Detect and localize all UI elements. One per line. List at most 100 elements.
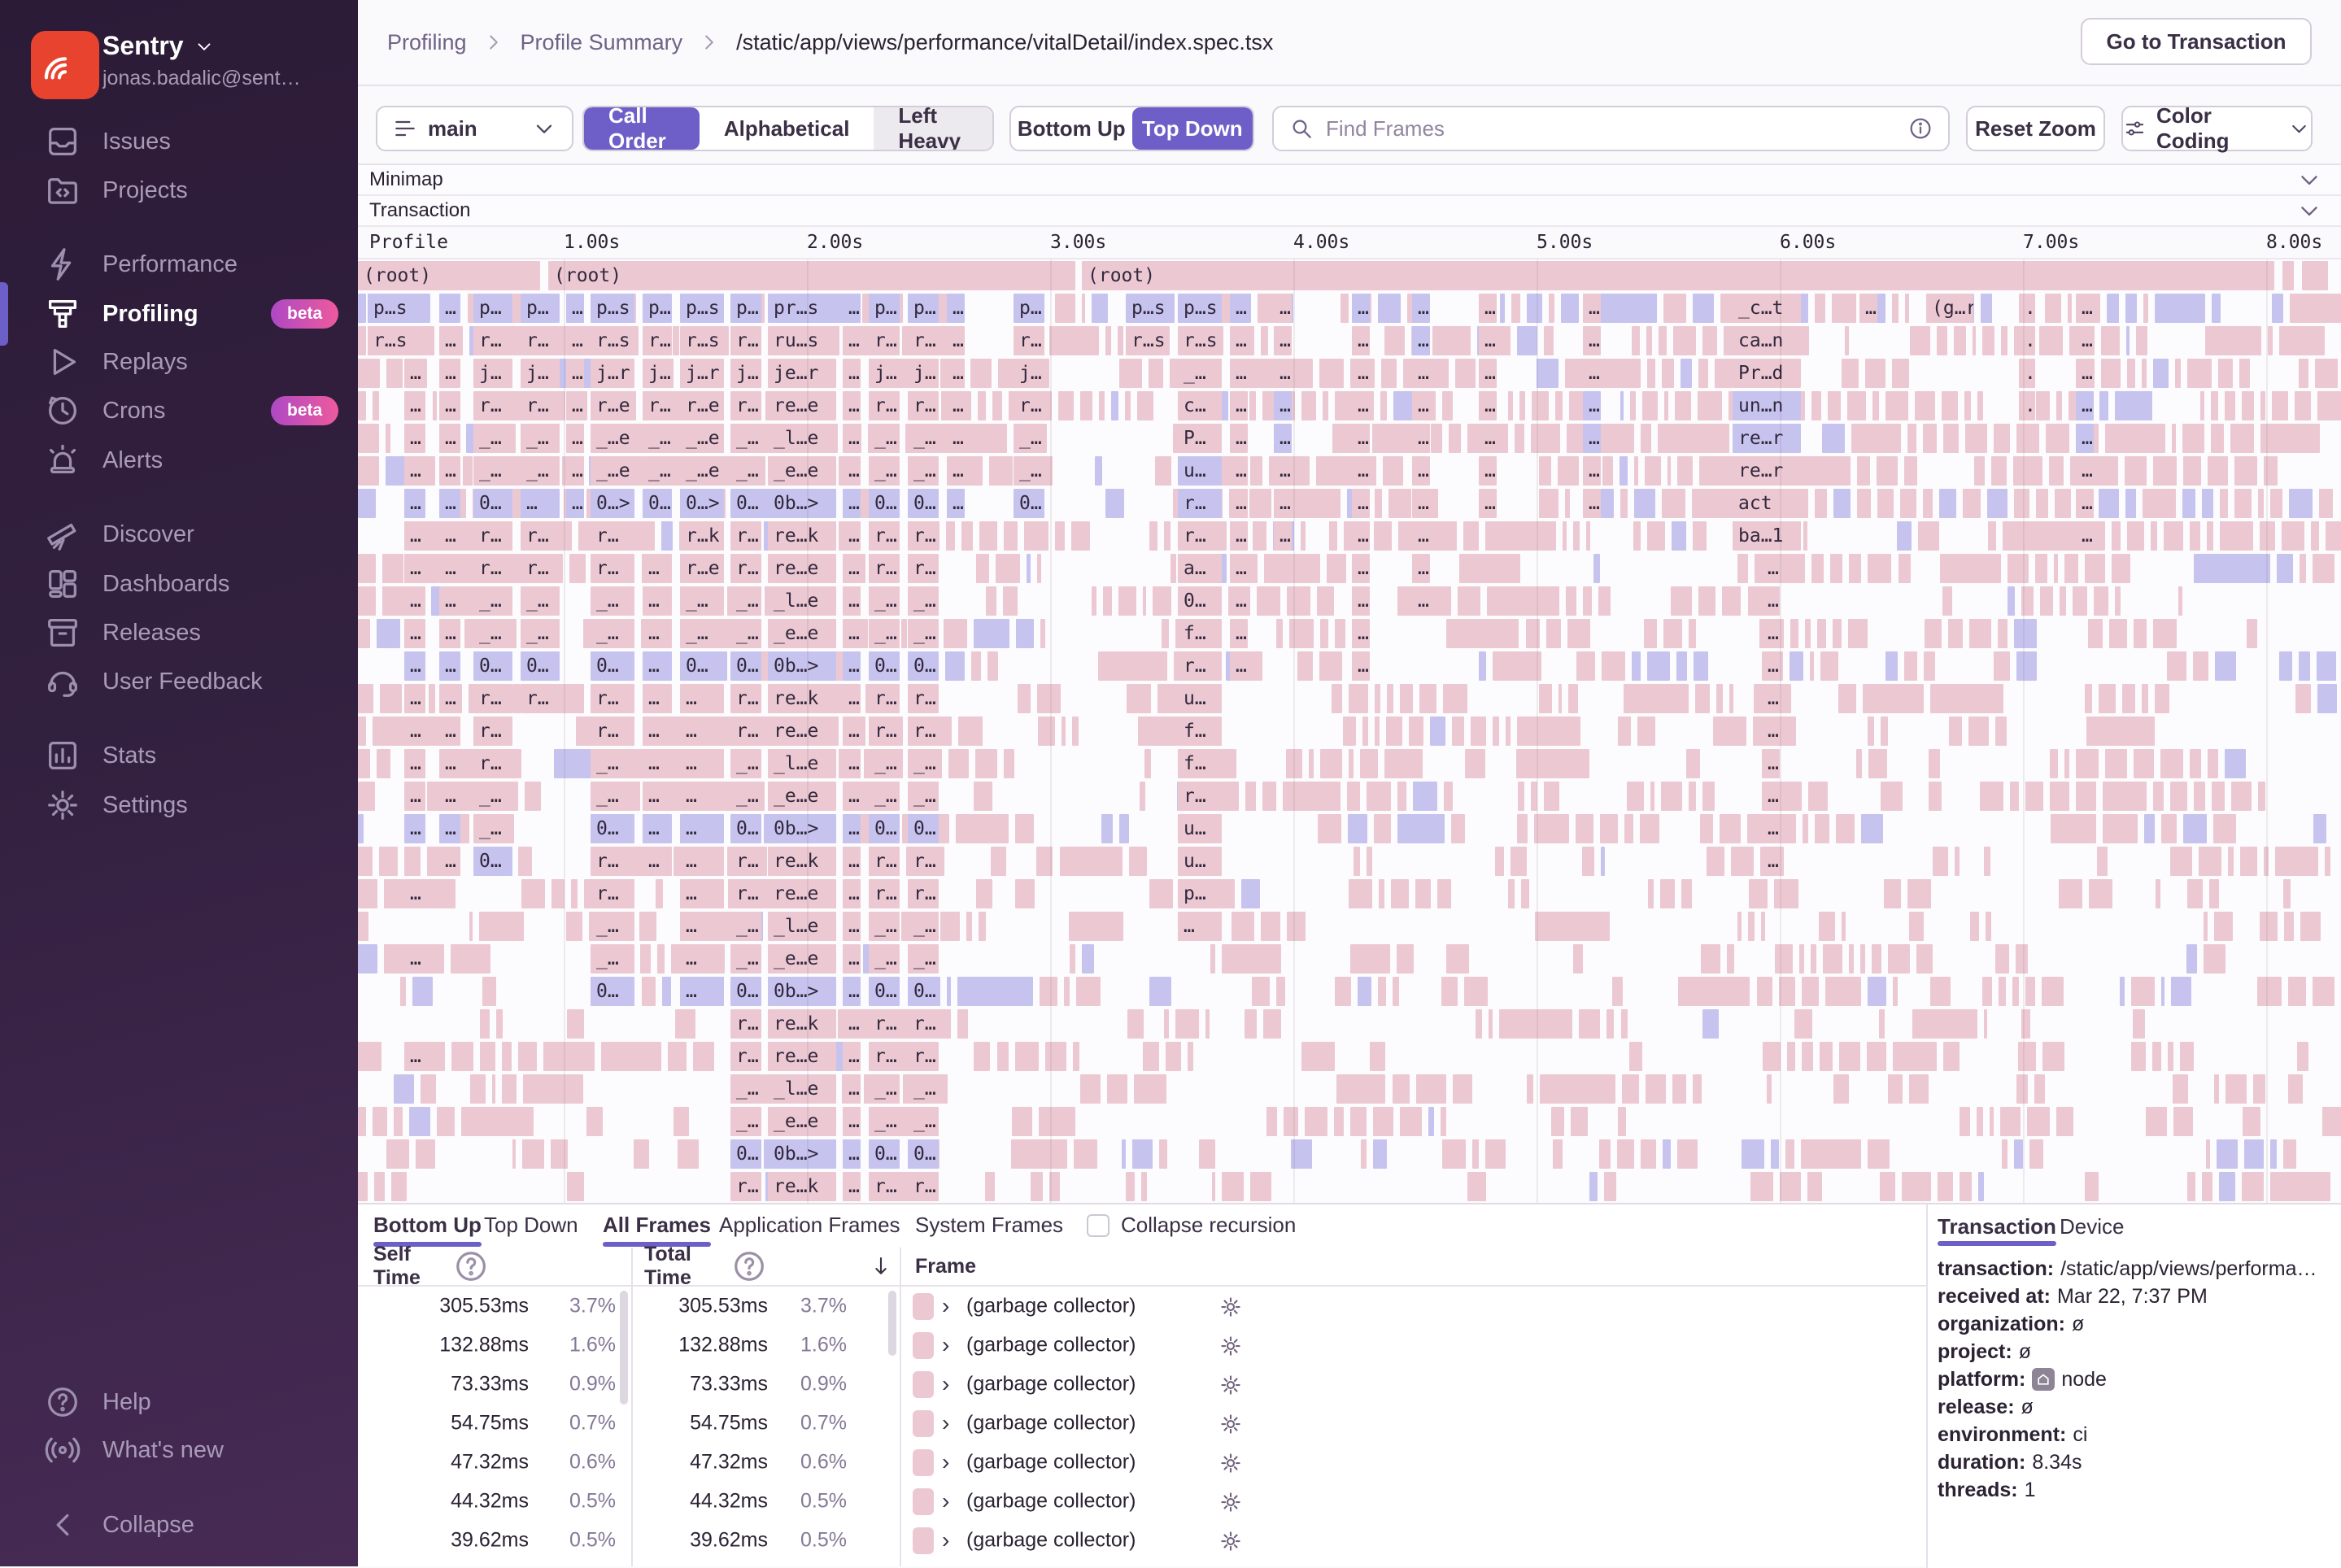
flame-frame[interactable] bbox=[1973, 326, 1976, 355]
flame-frame[interactable] bbox=[1600, 814, 1618, 843]
flame-frame[interactable] bbox=[1062, 716, 1066, 746]
flame-frame[interactable] bbox=[451, 944, 490, 973]
go-to-transaction-button[interactable]: Go to Transaction bbox=[2081, 18, 2312, 65]
flame-frame[interactable] bbox=[1205, 1009, 1210, 1039]
flame-frame[interactable] bbox=[1397, 814, 1445, 843]
flame-frame[interactable]: _… bbox=[730, 1074, 761, 1104]
flame-frame[interactable] bbox=[2187, 359, 2212, 388]
flame-frame[interactable] bbox=[1250, 1172, 1271, 1201]
tab-all-frames[interactable]: All Frames bbox=[603, 1204, 711, 1245]
breadcrumb-item[interactable]: Profiling bbox=[387, 30, 467, 55]
flame-frame[interactable]: f… bbox=[1178, 716, 1222, 746]
flame-frame[interactable] bbox=[2244, 1139, 2264, 1169]
flame-frame[interactable] bbox=[2220, 521, 2253, 551]
flame-frame[interactable] bbox=[2076, 749, 2099, 778]
flame-frame[interactable] bbox=[2173, 1107, 2193, 1136]
flame-frame[interactable] bbox=[1253, 521, 1266, 551]
flame-frame[interactable] bbox=[1358, 977, 1371, 1006]
flame-frame[interactable] bbox=[1811, 554, 1824, 583]
flame-frame[interactable] bbox=[1620, 456, 1627, 486]
self-time-header[interactable]: Self Time bbox=[373, 1248, 509, 1285]
flame-frame[interactable]: _… bbox=[591, 586, 634, 616]
flame-frame[interactable] bbox=[1276, 977, 1285, 1006]
flame-frame[interactable] bbox=[1737, 554, 1748, 583]
flame-frame[interactable] bbox=[979, 912, 986, 941]
expand-chevron[interactable]: › bbox=[942, 1449, 949, 1475]
flame-frame[interactable]: c… bbox=[1178, 391, 1222, 420]
flame-frame[interactable] bbox=[1790, 619, 1798, 648]
frame-settings-gear[interactable] bbox=[1218, 1529, 1243, 1553]
flame-frame[interactable] bbox=[1893, 977, 1898, 1006]
flame-frame[interactable] bbox=[1334, 1107, 1344, 1136]
expand-chevron[interactable]: › bbox=[942, 1332, 949, 1358]
flame-frame[interactable]: … bbox=[439, 749, 460, 778]
flame-frame[interactable]: (g…r) bbox=[1926, 294, 1973, 323]
flame-frame[interactable]: … bbox=[843, 847, 861, 876]
flame-frame[interactable]: … bbox=[404, 782, 425, 811]
flame-frame[interactable] bbox=[1888, 1074, 1903, 1104]
flame-frame[interactable]: … bbox=[680, 912, 724, 941]
flame-frame[interactable] bbox=[1495, 847, 1504, 876]
flame-frame[interactable]: … bbox=[1230, 456, 1248, 486]
flame-frame[interactable]: … bbox=[439, 847, 460, 876]
flame-frame[interactable] bbox=[1506, 716, 1511, 746]
flame-frame[interactable]: … bbox=[566, 326, 584, 355]
flame-frame[interactable] bbox=[1785, 1139, 1794, 1169]
flame-frame[interactable]: re…k bbox=[768, 1172, 836, 1201]
flame-frame[interactable] bbox=[1933, 847, 1948, 876]
flame-frame[interactable]: … bbox=[843, 684, 861, 713]
flame-frame[interactable] bbox=[2260, 912, 2278, 941]
flame-frame[interactable] bbox=[2059, 879, 2082, 908]
flame-frame[interactable] bbox=[1164, 1009, 1170, 1039]
flame-frame[interactable] bbox=[1527, 294, 1543, 323]
flame-frame[interactable]: … bbox=[1762, 684, 1780, 713]
flame-frame[interactable]: r… bbox=[908, 1042, 939, 1071]
flame-frame[interactable] bbox=[358, 619, 370, 648]
flame-frame[interactable] bbox=[1245, 1009, 1257, 1039]
flame-frame[interactable] bbox=[1909, 912, 1924, 941]
flame-frame[interactable]: _… bbox=[473, 782, 512, 811]
flame-frame[interactable]: … bbox=[439, 684, 460, 713]
flame-frame[interactable]: … bbox=[680, 716, 724, 746]
flame-frame[interactable] bbox=[400, 977, 405, 1006]
flame-frame[interactable]: … bbox=[439, 489, 460, 518]
flame-frame[interactable] bbox=[1018, 684, 1031, 713]
flame-frame[interactable] bbox=[1905, 294, 1908, 323]
flame-frame[interactable]: ba…1 bbox=[1733, 521, 1801, 551]
flame-frame[interactable] bbox=[358, 424, 379, 453]
flame-frame[interactable]: … bbox=[404, 554, 425, 583]
flame-frame[interactable]: … bbox=[1352, 326, 1370, 355]
sidebar-item-profiling[interactable]: Profilingbeta bbox=[0, 290, 358, 338]
flame-frame[interactable]: _… bbox=[908, 782, 939, 811]
flame-frame[interactable] bbox=[502, 1042, 512, 1071]
flame-frame[interactable] bbox=[404, 847, 421, 876]
flame-frame[interactable] bbox=[2136, 326, 2147, 355]
flame-frame[interactable] bbox=[1092, 586, 1096, 616]
flame-frame[interactable]: j… bbox=[730, 359, 761, 388]
flame-frame[interactable]: … bbox=[643, 651, 672, 681]
flame-frame[interactable]: r… bbox=[908, 847, 939, 876]
flame-frame[interactable] bbox=[1111, 391, 1118, 420]
flame-frame[interactable]: 0… bbox=[869, 1139, 900, 1169]
flame-frame[interactable]: p…s bbox=[368, 294, 429, 323]
flame-frame[interactable] bbox=[521, 879, 545, 908]
flame-frame[interactable]: … bbox=[1762, 554, 1780, 583]
flame-frame[interactable] bbox=[2299, 359, 2308, 388]
color-coding-button[interactable]: Color Coding bbox=[2121, 106, 2313, 151]
flame-frame[interactable] bbox=[1938, 1172, 1953, 1201]
flame-frame[interactable] bbox=[512, 684, 521, 713]
expand-chevron[interactable]: › bbox=[942, 1527, 949, 1553]
flame-frame[interactable] bbox=[1317, 586, 1333, 616]
flame-frame[interactable]: 0… bbox=[908, 1139, 939, 1169]
flame-frame[interactable] bbox=[1583, 586, 1592, 616]
flame-frame[interactable] bbox=[373, 391, 379, 420]
flame-frame[interactable] bbox=[1416, 1074, 1445, 1104]
flame-frame[interactable]: … bbox=[1274, 359, 1292, 388]
flame-frame[interactable] bbox=[975, 749, 997, 778]
flame-frame[interactable] bbox=[1981, 294, 1992, 323]
flame-frame[interactable] bbox=[1341, 294, 1349, 323]
flame-frame[interactable]: 0… bbox=[730, 489, 761, 518]
flame-frame[interactable] bbox=[1987, 489, 2008, 518]
flame-frame[interactable]: r… bbox=[869, 716, 900, 746]
flame-frame[interactable]: _… bbox=[869, 1107, 900, 1136]
